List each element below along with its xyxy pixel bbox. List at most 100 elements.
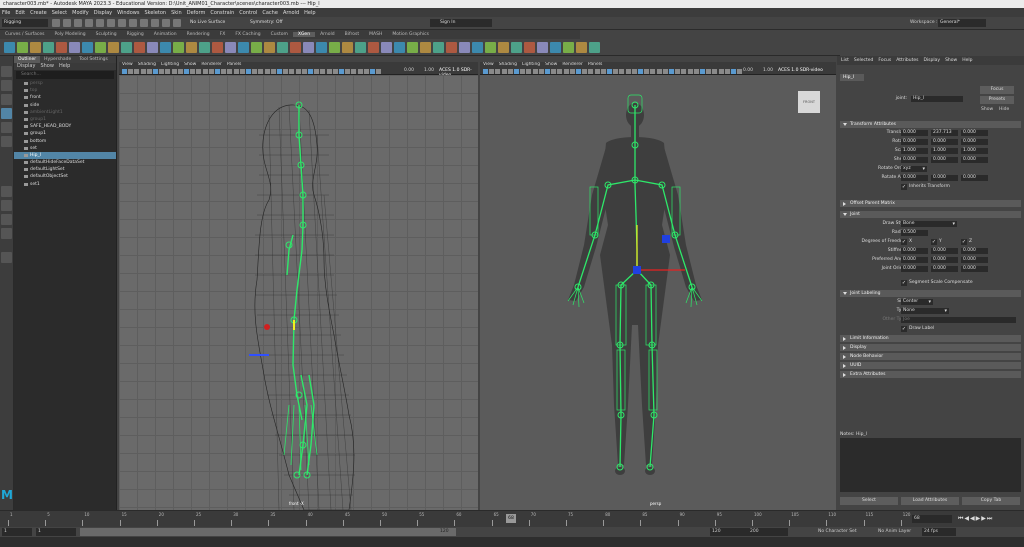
scale-field-y[interactable]: 1.000 [931, 148, 958, 154]
joint_orient-field-y[interactable]: 0.000 [931, 266, 958, 272]
viewport-tool-icon[interactable] [669, 69, 674, 74]
shelf-tool-icon[interactable] [43, 42, 54, 53]
shelf-tool-icon[interactable] [355, 42, 366, 53]
lasso-tool-icon[interactable] [1, 80, 12, 91]
viewport-tool-icon[interactable] [165, 69, 171, 74]
viewport-tool-icon[interactable] [128, 69, 134, 74]
shelf-tool-icon[interactable] [251, 42, 262, 53]
section-extra[interactable]: Extra Attributes [840, 371, 1021, 378]
shelf-tab-fx[interactable]: FX [215, 32, 231, 37]
inherits-transform-checkbox[interactable]: Inherits Transform [901, 184, 950, 190]
shelf-tool-icon[interactable] [446, 42, 457, 53]
select-tool-icon[interactable] [1, 66, 12, 77]
shelf-tool-icon[interactable] [524, 42, 535, 53]
notes-textarea[interactable] [840, 438, 1021, 492]
outliner-layout-icon[interactable] [1, 228, 12, 239]
viewport-tool-icon[interactable] [576, 69, 581, 74]
menu-constrain[interactable]: Constrain [210, 10, 234, 16]
shelf-tab-motion-graphics[interactable]: Motion Graphics [387, 32, 434, 37]
viewport-tool-icon[interactable] [196, 69, 202, 74]
shelf-tab-custom[interactable]: Custom [266, 32, 293, 37]
shelf-tool-icon[interactable] [264, 42, 275, 53]
scale-field-z[interactable]: 1.000 [961, 148, 988, 154]
viewport-tool-icon[interactable] [582, 69, 588, 74]
symmetry-label[interactable]: Symmetry: Off [250, 20, 283, 25]
translate-field-z[interactable]: 0.000 [961, 130, 988, 136]
viewport-tool-icon[interactable] [638, 69, 643, 74]
current-frame-marker[interactable]: 68 [506, 514, 516, 523]
viewport-tool-icon[interactable] [277, 69, 282, 74]
attr-menu-help[interactable]: Help [962, 56, 972, 65]
viewport-tool-icon[interactable] [538, 69, 544, 74]
start-frame-field[interactable]: 1 [2, 528, 32, 536]
viewport-tool-icon[interactable] [600, 69, 606, 74]
viewport-tool-icon[interactable] [489, 69, 495, 74]
viewport-tool-icon[interactable] [681, 69, 687, 74]
draw-style-dropdown[interactable]: Bone [901, 221, 957, 227]
gamma-field[interactable]: 1.00 [424, 68, 434, 73]
outliner-menu-show[interactable]: Show [40, 63, 54, 70]
attr-menu-selected[interactable]: Selected [854, 56, 874, 65]
focus-button[interactable]: Focus [980, 86, 1014, 94]
viewport-tool-icon[interactable] [177, 69, 183, 74]
pref_angle-field-y[interactable]: 0.000 [931, 257, 958, 263]
viewport-tool-icon[interactable] [246, 69, 251, 74]
layout-four-icon[interactable] [1, 200, 12, 211]
shelf-tool-icon[interactable] [459, 42, 470, 53]
viewport-tool-icon[interactable] [507, 69, 513, 74]
persp-viewport[interactable]: View Shading Lighting Show Renderer Panels 0.… [480, 62, 836, 510]
layout-two-icon[interactable] [1, 214, 12, 225]
outliner-item[interactable]: set [14, 145, 116, 152]
shear-field-y[interactable]: 0.000 [931, 157, 958, 163]
exposure-field-2[interactable]: 0.00 [743, 68, 753, 73]
rotate-field-z[interactable]: 0.000 [961, 139, 988, 145]
shelf-tab-arnold[interactable]: Arnold [315, 32, 340, 37]
viewport-tool-icon[interactable] [376, 69, 382, 74]
status-tool-icon[interactable] [151, 19, 159, 27]
rotate-order-dropdown[interactable]: xyz [901, 166, 927, 172]
menu-create[interactable]: Create [30, 10, 47, 16]
shelf-tool-icon[interactable] [342, 42, 353, 53]
shelf-tool-icon[interactable] [17, 42, 28, 53]
rotate_axis-field-x[interactable]: 0.000 [901, 175, 928, 181]
viewport-tool-icon[interactable] [625, 69, 631, 74]
stiffness-field-z[interactable]: 0.000 [961, 248, 988, 254]
viewport-tool-icon[interactable] [122, 69, 127, 74]
workspace-dropdown[interactable]: General* [938, 19, 986, 27]
menu-select[interactable]: Select [52, 10, 67, 16]
outliner-item[interactable]: group1 [14, 116, 116, 123]
status-tool-icon[interactable] [74, 19, 82, 27]
side-dropdown[interactable]: Center [901, 299, 933, 305]
viewport-tool-icon[interactable] [656, 69, 662, 74]
shelf-tool-icon[interactable] [108, 42, 119, 53]
viewport-tool-icon[interactable] [289, 69, 295, 74]
outliner-item[interactable]: side [14, 102, 116, 109]
menu-help[interactable]: Help [304, 10, 315, 16]
outliner-item[interactable]: defaultObjectSet [14, 173, 116, 180]
viewport-tool-icon[interactable] [650, 69, 656, 74]
shelf-tab-poly-modeling[interactable]: Poly Modeling [50, 32, 91, 37]
status-tool-icon[interactable] [129, 19, 137, 27]
menu-edit[interactable]: Edit [15, 10, 25, 16]
outliner-item[interactable]: bottom [14, 138, 116, 145]
viewport-tool-icon[interactable] [134, 69, 140, 74]
viewport-tool-icon[interactable] [501, 69, 507, 74]
viewport-tool-icon[interactable] [687, 69, 693, 74]
viewport-tool-icon[interactable] [724, 69, 730, 74]
shelf-tool-icon[interactable] [30, 42, 41, 53]
viewport-tool-icon[interactable] [233, 69, 239, 74]
viewport-tool-icon[interactable] [718, 69, 724, 74]
shelf-tool-icon[interactable] [420, 42, 431, 53]
viewport-tool-icon[interactable] [215, 69, 220, 74]
draw-label-checkbox[interactable]: Draw Label [901, 326, 934, 332]
radius-field[interactable]: 0.500 [901, 230, 928, 236]
viewport-tool-icon[interactable] [532, 69, 538, 74]
outliner-item[interactable]: persp [14, 80, 116, 87]
viewport-tool-icon[interactable] [314, 69, 320, 74]
viewport-tool-icon[interactable] [351, 69, 357, 74]
section-display[interactable]: Display [840, 344, 1021, 351]
time-slider[interactable]: 1 5 10 15 20 25 30 35 40 45 50 55 60 65 70 75 80 85 90 95 10… [0, 510, 1024, 527]
shelf-tool-icon[interactable] [134, 42, 145, 53]
pref_angle-field-x[interactable]: 0.000 [901, 257, 928, 263]
joint-name-field[interactable]: Hip_l [911, 96, 963, 102]
